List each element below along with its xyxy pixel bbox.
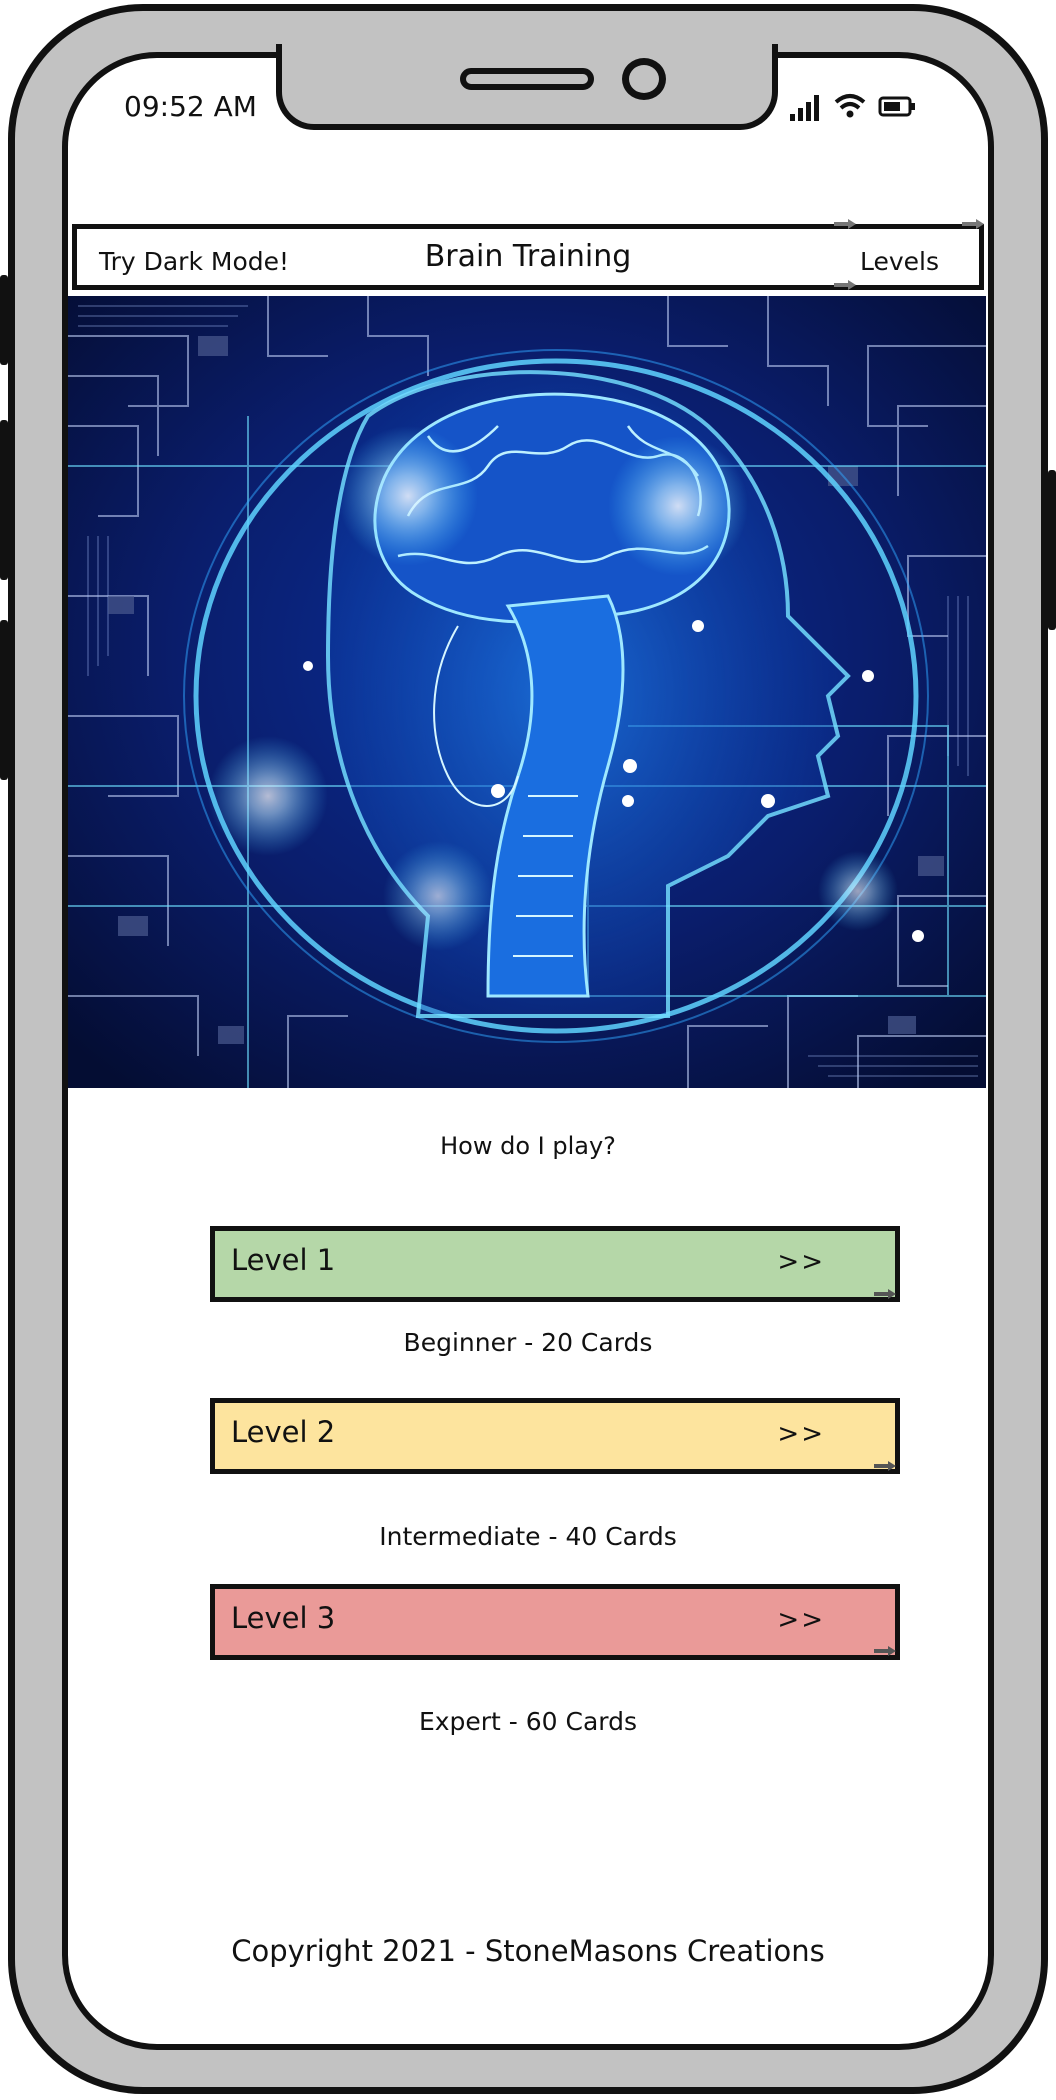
link-arrow-icon <box>874 1461 896 1471</box>
how-to-play-link[interactable]: How do I play? <box>0 1132 1056 1160</box>
link-arrow-icon <box>874 1646 896 1656</box>
brain-circuit-image <box>68 296 986 1088</box>
footer-copyright: Copyright 2021 - StoneMasons Creations <box>231 1934 825 1968</box>
battery-icon <box>878 96 915 117</box>
level-go-arrow: >> <box>777 1419 825 1449</box>
status-time: 09:52 AM <box>124 90 257 123</box>
level-go-arrow: >> <box>777 1605 825 1635</box>
signal-icon <box>790 94 915 121</box>
speaker-icon <box>460 68 594 90</box>
level-label: Level 1 <box>231 1243 336 1277</box>
app-title: Brain Training <box>424 239 632 274</box>
level-3-description: Expert - 60 Cards <box>418 1707 638 1736</box>
level-1-button[interactable]: Level 1 >> <box>210 1226 900 1302</box>
level-2-button[interactable]: Level 2 >> <box>210 1398 900 1474</box>
camera-icon <box>622 58 666 100</box>
level-label: Level 2 <box>231 1415 336 1449</box>
link-arrow-icon <box>874 1289 896 1299</box>
link-arrow-icon <box>834 219 856 229</box>
phone-side-button <box>1048 470 1056 630</box>
level-2-description: Intermediate - 40 Cards <box>379 1522 677 1551</box>
status-icons <box>790 90 930 122</box>
level-go-arrow: >> <box>777 1247 825 1277</box>
link-arrow-icon <box>834 280 856 290</box>
phone-side-button <box>0 620 8 780</box>
level-label: Level 3 <box>231 1601 336 1635</box>
level-3-button[interactable]: Level 3 >> <box>210 1584 900 1660</box>
link-arrow-icon <box>962 219 984 229</box>
levels-link[interactable]: Levels <box>860 247 939 276</box>
hero-image <box>68 296 986 1088</box>
phone-side-button <box>0 420 8 580</box>
level-1-description: Beginner - 20 Cards <box>403 1328 653 1357</box>
phone-side-button <box>0 275 8 365</box>
wifi-icon <box>834 94 866 118</box>
